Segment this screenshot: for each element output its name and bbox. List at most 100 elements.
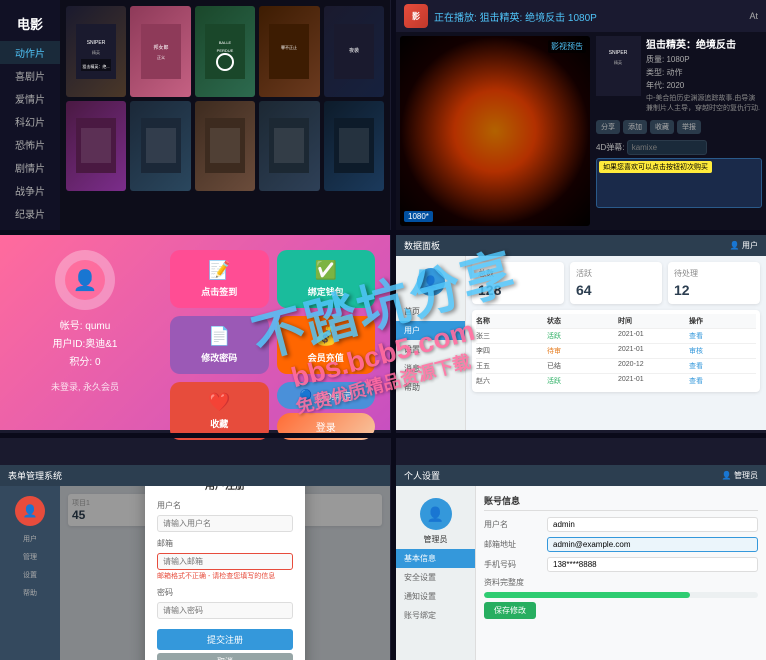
dash-nav-messages[interactable]: 消息 <box>396 359 465 378</box>
player-header: 影 正在播放: 狙击精英: 绝境反击 1080P At <box>396 0 766 32</box>
player-comment-input[interactable] <box>627 140 707 155</box>
form-side-item-4[interactable]: 帮助 <box>0 584 60 602</box>
dash-nav-home[interactable]: 首页 <box>396 302 465 321</box>
category-war[interactable]: 战争片 <box>0 179 60 202</box>
movie-panel: 电影 动作片 喜剧片 爱情片 科幻片 恐怖片 剧情片 战争片 纪录片 SNIPE… <box>0 0 390 230</box>
dash-nav-users[interactable]: 用户 <box>396 321 465 340</box>
form-panel-header: 表单管理系统 <box>0 465 390 486</box>
dash-stat-total-value: 128 <box>478 282 558 298</box>
player-actions: 分享 添加 收藏 举报 <box>596 120 762 134</box>
table-row: 王五 已结 2020-12 查看 <box>476 359 756 374</box>
settings-progress-fill <box>484 592 690 598</box>
qq-bind-btn[interactable]: 🔵 QQ绑定 <box>277 382 376 409</box>
form-submit-btn[interactable]: 提交注册 <box>157 629 293 650</box>
account-card-vip[interactable]: 💰 会员充值 <box>277 316 376 374</box>
settings-nav-notify[interactable]: 通知设置 <box>396 587 475 606</box>
settings-nav-basic[interactable]: 基本信息 <box>396 549 475 568</box>
account-card-checkin[interactable]: 📝 点击签到 <box>170 250 269 308</box>
dash-stat-pending-label: 待处理 <box>674 268 754 279</box>
account-card-wallet[interactable]: ✅ 绑定钱包 <box>277 250 376 308</box>
dash-cell: 活跃 <box>547 376 614 386</box>
player-fav-btn[interactable]: 收藏 <box>650 120 674 134</box>
settings-nav-security[interactable]: 安全设置 <box>396 568 475 587</box>
category-doc[interactable]: 纪录片 <box>0 202 60 225</box>
movie-card-6[interactable] <box>66 101 126 192</box>
form-email-input[interactable] <box>157 553 293 570</box>
movie-card-3[interactable]: BALLE PERDUE <box>195 6 255 97</box>
category-comedy[interactable]: 喜剧片 <box>0 64 60 87</box>
category-drama[interactable]: 剧情片 <box>0 156 60 179</box>
form-password-input[interactable] <box>157 602 293 619</box>
player-movie-card: SNIPER 精英 狙击精英：绝境反击 质量: 1080P 类型: 动作 年代:… <box>596 36 762 114</box>
movie-poster-4: 罪不正止 <box>259 6 319 97</box>
movie-card-10[interactable] <box>324 101 384 192</box>
vip-icon: 💰 <box>315 326 337 347</box>
form-main-content: 项目1 45 项目2 23 用户注册 用户名 <box>60 486 390 660</box>
movie-card-5[interactable]: 夜袭 <box>324 6 384 97</box>
account-uid: 用户ID:奥迪&1 <box>52 336 117 354</box>
form-modal-title: 用户注册 <box>157 486 293 492</box>
svg-text:SNIPER: SNIPER <box>609 50 628 56</box>
checkin-label: 点击签到 <box>201 285 237 298</box>
movie-poster-3: BALLE PERDUE <box>195 6 255 97</box>
form-cancel-btn[interactable]: 取消 <box>157 653 293 660</box>
settings-input-username[interactable] <box>547 517 758 532</box>
movie-poster-7 <box>130 101 190 192</box>
movie-card-8[interactable] <box>195 101 255 192</box>
dash-nav-settings[interactable]: 设置 <box>396 340 465 359</box>
form-side-item-3[interactable]: 设置 <box>0 566 60 584</box>
dash-cell: 2021-01 <box>618 331 685 341</box>
settings-nav-bind[interactable]: 账号绑定 <box>396 606 475 625</box>
form-side-item-2[interactable]: 管理 <box>0 548 60 566</box>
movie-card-7[interactable] <box>130 101 190 192</box>
svg-text:PERDUE: PERDUE <box>217 48 234 53</box>
dash-stat-active: 活跃 64 <box>570 262 662 304</box>
dash-nav-help[interactable]: 帮助 <box>396 378 465 397</box>
settings-input-email[interactable] <box>547 537 758 552</box>
player-preview-badge: 影视预告 <box>548 40 586 53</box>
player-video-area[interactable]: 影视预告 1080* <box>400 36 590 226</box>
settings-save-btn[interactable]: 保存修改 <box>484 602 536 619</box>
dash-table-header: 名称 状态 时间 操作 <box>476 314 756 329</box>
movie-poster-5: 夜袭 <box>324 6 384 97</box>
player-share-btn[interactable]: 分享 <box>596 120 620 134</box>
dash-cell: 赵六 <box>476 376 543 386</box>
movie-card-2[interactable]: 邦女郎 正义 <box>130 6 190 97</box>
player-add-btn[interactable]: 添加 <box>623 120 647 134</box>
form-field-email: 邮箱 邮箱格式不正确 - 请检查您填写的信息 <box>157 538 293 581</box>
dash-cell: 李四 <box>476 346 543 356</box>
settings-progress-label: 资料完整度 <box>484 577 758 588</box>
form-email-error: 邮箱格式不正确 - 请检查您填写的信息 <box>157 571 293 581</box>
category-romance[interactable]: 爱情片 <box>0 87 60 110</box>
category-horror[interactable]: 恐怖片 <box>0 133 60 156</box>
player-movie-thumb: SNIPER 精英 <box>596 36 641 96</box>
h-divider-2 <box>0 433 766 438</box>
form-side-item-1[interactable]: 用户 <box>0 530 60 548</box>
dash-avatar: 👤 <box>417 268 445 296</box>
account-panel: 👤 帐号: qumu 用户ID:奥迪&1 积分: 0 未登录, 永久会员 📝 点… <box>0 235 390 430</box>
movie-card-1[interactable]: SNIPER 精英 狙击精英：绝... <box>66 6 126 97</box>
dash-col-action: 操作 <box>689 316 756 326</box>
account-card-fav[interactable]: ❤️ 收藏 <box>170 382 269 440</box>
movie-card-4[interactable]: 罪不正止 <box>259 6 319 97</box>
player-report-btn[interactable]: 举报 <box>677 120 701 134</box>
dashboard-sidebar: 👤 首页 用户 设置 消息 帮助 <box>396 256 466 430</box>
category-action[interactable]: 动作片 <box>0 41 60 64</box>
svg-text:BALLE: BALLE <box>219 40 232 45</box>
dash-action-btn[interactable]: 查看 <box>689 361 756 371</box>
player-logo: 影 <box>404 4 428 28</box>
account-left: 👤 帐号: qumu 用户ID:奥迪&1 积分: 0 未登录, 永久会员 <box>15 250 155 415</box>
movie-grid: SNIPER 精英 狙击精英：绝... 邦女郎 正义 <box>66 6 384 191</box>
dash-action-btn[interactable]: 查看 <box>689 331 756 341</box>
form-username-input[interactable] <box>157 515 293 532</box>
settings-input-phone[interactable] <box>547 557 758 572</box>
dash-action-btn[interactable]: 查看 <box>689 376 756 386</box>
account-card-password[interactable]: 📄 修改密码 <box>170 316 269 374</box>
category-scifi[interactable]: 科幻片 <box>0 110 60 133</box>
qq-icon: 🔵 <box>300 390 312 401</box>
movie-card-9[interactable] <box>259 101 319 192</box>
form-modal: 用户注册 用户名 邮箱 邮箱格式不正确 - 请检查您填写的信息 密码 提交 <box>145 486 305 660</box>
settings-panel: 个人设置 👤 管理员 👤 管理员 基本信息 安全设置 通知设置 账号绑定 账号信… <box>396 465 766 660</box>
dash-action-btn[interactable]: 审核 <box>689 346 756 356</box>
settings-header-user: 👤 管理员 <box>722 470 758 481</box>
